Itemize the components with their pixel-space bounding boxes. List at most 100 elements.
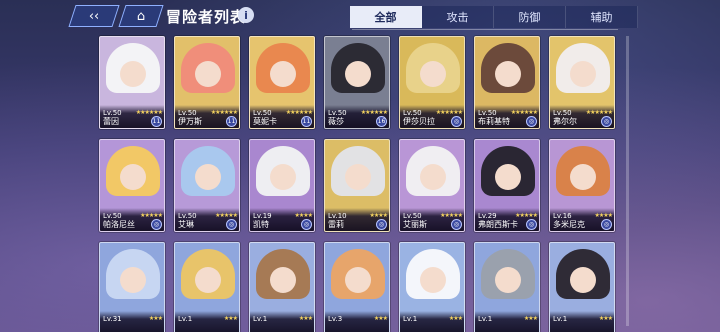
class-badge-icon: 11 <box>151 116 162 127</box>
adventurer-name: 凯特 <box>253 220 269 229</box>
star-rating: ★★★ <box>523 315 538 322</box>
card-info: Lv.31 ★★★ <box>100 311 164 332</box>
star-rating: ★★★★★★ <box>285 109 313 116</box>
star-rating: ★★★ <box>373 315 388 322</box>
adventurer-card[interactable]: Lv.50 ★★★★★★ 弗尔尔 ◎ <box>549 36 615 129</box>
adventurer-name: 雷莉 <box>328 220 344 229</box>
tab-defense[interactable]: 防御 <box>494 6 566 28</box>
card-info: Lv.1 ★★★ <box>250 311 314 332</box>
card-info: Lv.16 ★★★★ 多米尼克 ◎ <box>550 208 614 231</box>
adventurer-card[interactable]: Lv.31 ★★★ <box>99 242 165 332</box>
card-info: Lv.29 ★★★★★ 弗朗西斯卡 ◎ <box>475 208 539 231</box>
star-rating: ★★★ <box>148 315 163 322</box>
level-label: Lv.31 <box>103 315 122 323</box>
level-label: Lv.1 <box>478 315 493 323</box>
star-rating: ★★★★★★ <box>585 109 613 116</box>
adventurer-card[interactable]: Lv.50 ★★★★★ 艾丽斯 ◎ <box>399 139 465 232</box>
back-button[interactable]: ‹‹ <box>68 5 120 27</box>
adventurer-card[interactable]: Lv.50 ★★★★★★ 伊莎贝拉 ◎ <box>399 36 465 129</box>
adventurer-card[interactable]: Lv.50 ★★★★★★ 蕾因 11 <box>99 36 165 129</box>
adventurer-card[interactable]: Lv.1 ★★★ <box>474 242 540 332</box>
adventurer-card[interactable]: Lv.16 ★★★★ 多米尼克 ◎ <box>549 139 615 232</box>
class-badge-icon: ◎ <box>526 116 537 127</box>
adventurer-card[interactable]: Lv.1 ★★★ <box>399 242 465 332</box>
adventurer-card[interactable]: Lv.50 ★★★★★ 帕洛尼丝 ◎ <box>99 139 165 232</box>
card-info: Lv.1 ★★★ <box>400 311 464 332</box>
card-info: Lv.50 ★★★★★★ 蕾因 11 <box>100 105 164 128</box>
adventurer-name: 蕾因 <box>103 117 119 126</box>
back-icon: ‹‹ <box>88 8 100 24</box>
tab-attack[interactable]: 攻击 <box>422 6 494 28</box>
page-title: 冒险者列表 <box>166 8 247 26</box>
card-info: Lv.3 ★★★ <box>325 311 389 332</box>
adventurer-card[interactable]: Lv.50 ★★★★★★ 布莉基特 ◎ <box>474 36 540 129</box>
star-rating: ★★★★ <box>594 212 612 219</box>
card-info: Lv.50 ★★★★★★ 莫妮卡 11 <box>250 105 314 128</box>
adventurer-name: 多米尼克 <box>553 220 585 229</box>
level-label: Lv.3 <box>328 315 343 323</box>
top-bar: ‹‹ ⌂ 冒险者列表 i 全部 攻击 防御 辅助 <box>0 0 720 34</box>
adventurer-card[interactable]: Lv.10 ★★★★ 雷莉 ◎ <box>324 139 390 232</box>
tab-all[interactable]: 全部 <box>350 6 422 28</box>
adventurer-card[interactable]: Lv.1 ★★★ <box>174 242 240 332</box>
adventurer-card[interactable]: Lv.50 ★★★★★★ 伊万斯 11 <box>174 36 240 129</box>
home-icon: ⌂ <box>136 8 146 24</box>
star-rating: ★★★★★ <box>515 212 538 219</box>
card-info: Lv.1 ★★★ <box>175 311 239 332</box>
star-rating: ★★★★★★ <box>360 109 388 116</box>
adventurer-card[interactable]: Lv.1 ★★★ <box>249 242 315 332</box>
filter-tabs: 全部 攻击 防御 辅助 <box>350 6 638 28</box>
star-rating: ★★★ <box>448 315 463 322</box>
adventurer-grid: Lv.50 ★★★★★★ 蕾因 11 Lv.50 ★★★★★★ 伊万斯 11 L… <box>99 36 619 332</box>
class-badge-icon: ◎ <box>526 219 537 230</box>
level-label: Lv.1 <box>178 315 193 323</box>
adventurer-name: 伊莎贝拉 <box>403 117 435 126</box>
adventurer-card[interactable]: Lv.29 ★★★★★ 弗朗西斯卡 ◎ <box>474 139 540 232</box>
class-badge-icon: ◎ <box>601 116 612 127</box>
adventurer-name: 莫妮卡 <box>253 117 277 126</box>
card-info: Lv.50 ★★★★★★ 伊莎贝拉 ◎ <box>400 105 464 128</box>
class-badge-icon: ◎ <box>376 219 387 230</box>
card-info: Lv.50 ★★★★★★ 弗尔尔 ◎ <box>550 105 614 128</box>
adventurer-name: 薇莎 <box>328 117 344 126</box>
star-rating: ★★★★ <box>294 212 312 219</box>
class-badge-icon: 16 <box>376 116 387 127</box>
star-rating: ★★★★★★ <box>510 109 538 116</box>
star-rating: ★★★★★ <box>215 212 238 219</box>
star-rating: ★★★★★★ <box>210 109 238 116</box>
card-info: Lv.50 ★★★★★ 艾琳 ◎ <box>175 208 239 231</box>
adventurer-name: 布莉基特 <box>478 117 510 126</box>
adventurer-card[interactable]: Lv.1 ★★★ <box>549 242 615 332</box>
card-info: Lv.10 ★★★★ 雷莉 ◎ <box>325 208 389 231</box>
card-info: Lv.50 ★★★★★★ 布莉基特 ◎ <box>475 105 539 128</box>
tabs-divider <box>352 29 618 30</box>
adventurer-card[interactable]: Lv.19 ★★★★ 凯特 ◎ <box>249 139 315 232</box>
level-label: Lv.1 <box>253 315 268 323</box>
adventurer-name: 艾丽斯 <box>403 220 427 229</box>
star-rating: ★★★★★★ <box>435 109 463 116</box>
adventurer-name: 弗尔尔 <box>553 117 577 126</box>
adventurer-card[interactable]: Lv.3 ★★★ <box>324 242 390 332</box>
adventurer-card[interactable]: Lv.50 ★★★★★★ 薇莎 16 <box>324 36 390 129</box>
adventurer-card[interactable]: Lv.50 ★★★★★★ 莫妮卡 11 <box>249 36 315 129</box>
card-info: Lv.50 ★★★★★★ 伊万斯 11 <box>175 105 239 128</box>
tab-support[interactable]: 辅助 <box>566 6 638 28</box>
home-button[interactable]: ⌂ <box>118 5 164 27</box>
class-badge-icon: ◎ <box>451 219 462 230</box>
card-info: Lv.50 ★★★★★ 艾丽斯 ◎ <box>400 208 464 231</box>
scrollbar[interactable] <box>626 36 629 326</box>
info-icon[interactable]: i <box>238 7 254 23</box>
class-badge-icon: 11 <box>226 116 237 127</box>
star-rating: ★★★★ <box>369 212 387 219</box>
star-rating: ★★★★★ <box>140 212 163 219</box>
adventurer-name: 艾琳 <box>178 220 194 229</box>
card-info: Lv.19 ★★★★ 凯特 ◎ <box>250 208 314 231</box>
card-info: Lv.50 ★★★★★ 帕洛尼丝 ◎ <box>100 208 164 231</box>
star-rating: ★★★ <box>223 315 238 322</box>
star-rating: ★★★ <box>598 315 613 322</box>
class-badge-icon: ◎ <box>451 116 462 127</box>
adventurer-card[interactable]: Lv.50 ★★★★★ 艾琳 ◎ <box>174 139 240 232</box>
class-badge-icon: ◎ <box>151 219 162 230</box>
star-rating: ★★★★★ <box>440 212 463 219</box>
adventurer-name: 弗朗西斯卡 <box>478 220 518 229</box>
